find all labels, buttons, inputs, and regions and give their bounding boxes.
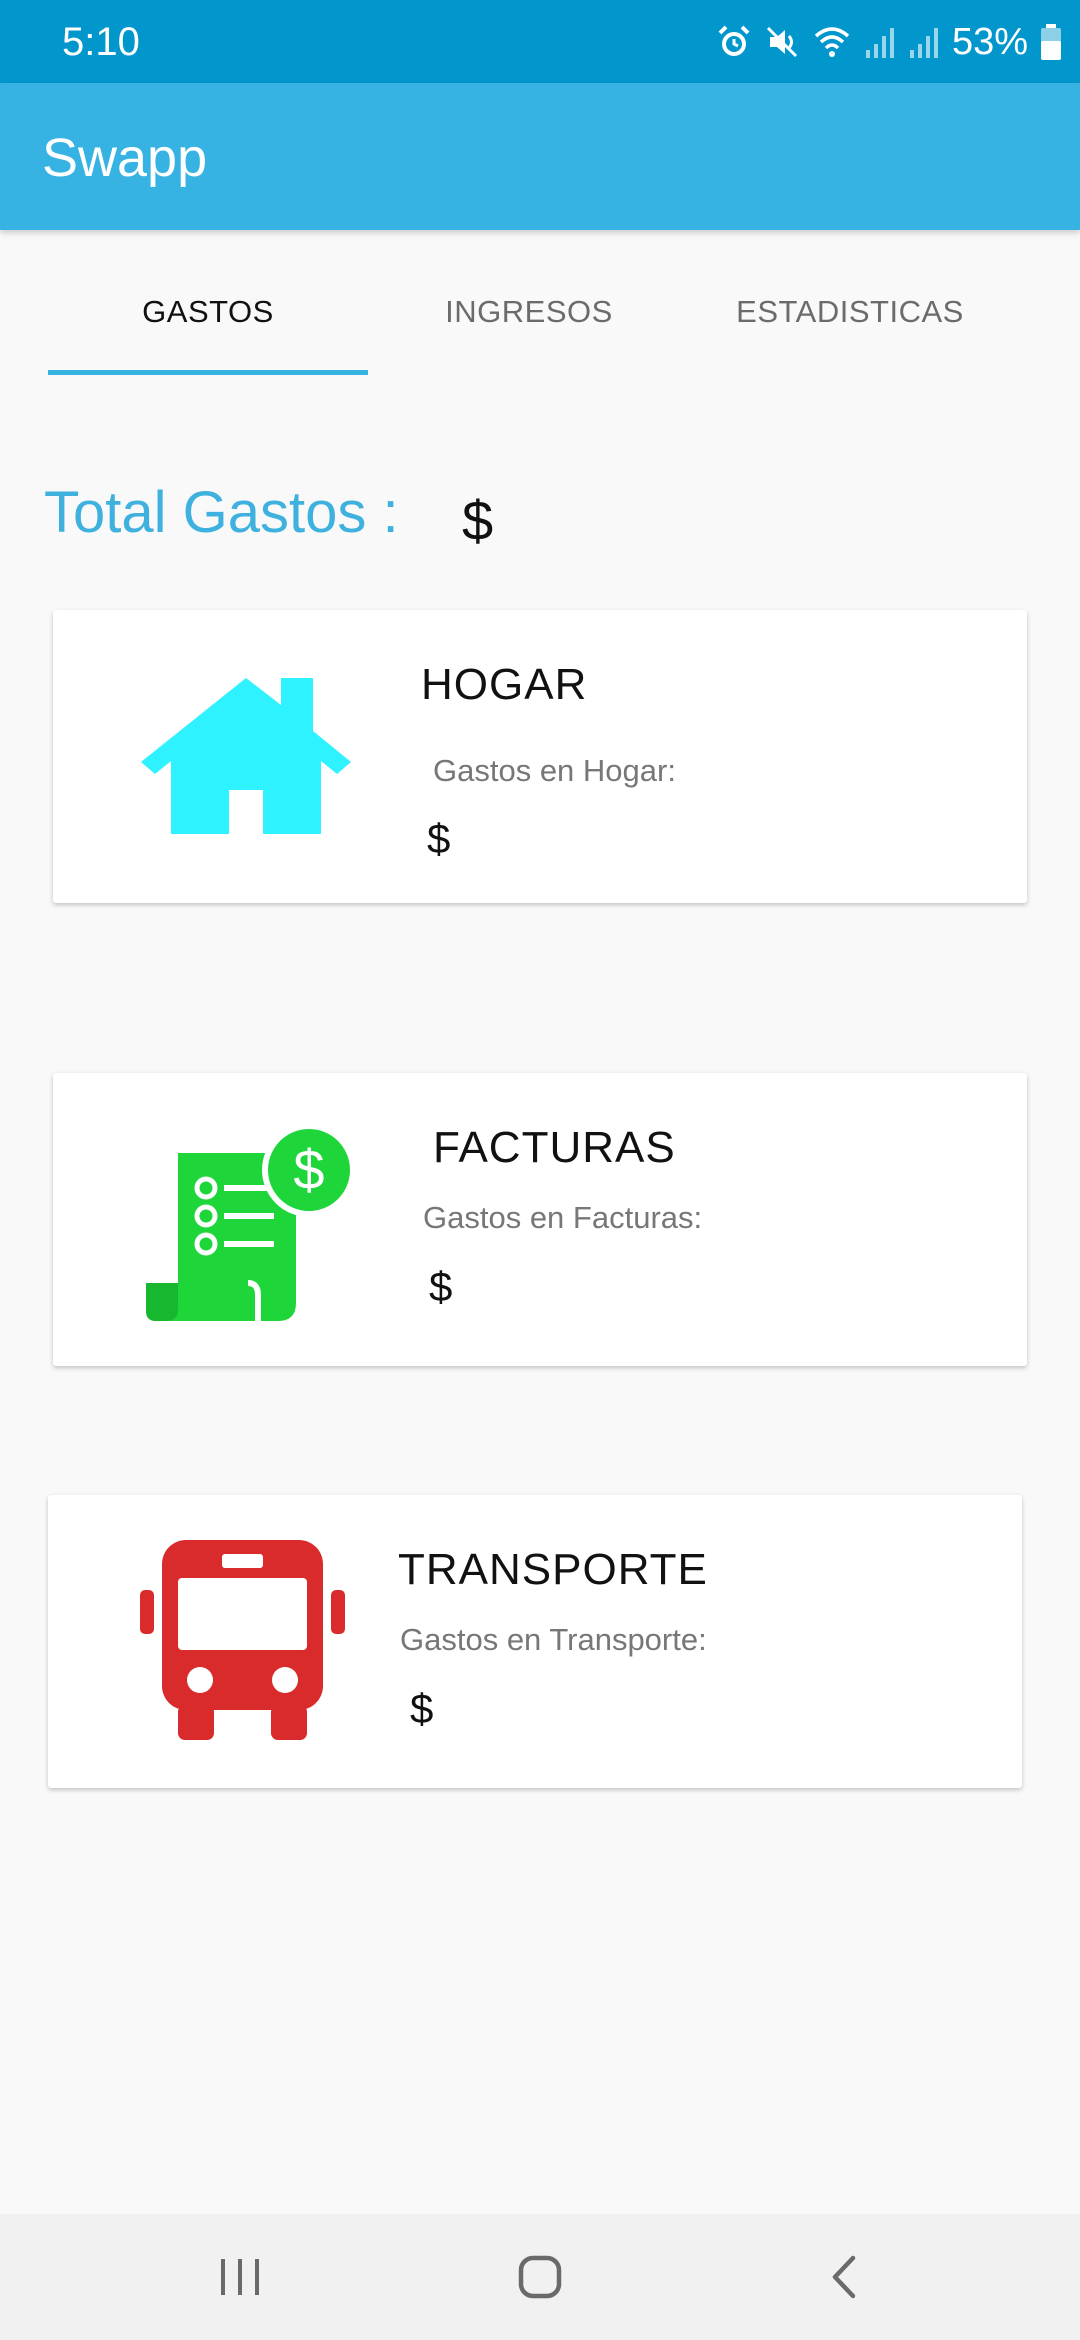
invoice-icon: $	[146, 1123, 356, 1321]
tab-bar: GASTOS INGRESOS ESTADISTICAS	[0, 230, 1080, 380]
tab-ingresos[interactable]: INGRESOS	[369, 294, 689, 330]
bus-icon	[140, 1540, 345, 1740]
card-subtitle: Gastos en Facturas:	[423, 1200, 703, 1235]
card-facturas[interactable]: $ FACTURAS Gastos en Facturas: $	[53, 1073, 1027, 1366]
signal-icon	[865, 28, 894, 58]
recents-button[interactable]	[200, 2244, 280, 2310]
home-icon	[518, 2255, 562, 2299]
card-subtitle: Gastos en Transporte:	[400, 1622, 707, 1657]
alarm-icon	[718, 25, 750, 56]
signal-icon	[909, 28, 938, 58]
app-bar: Swapp	[0, 83, 1080, 230]
card-amount: $	[410, 1685, 434, 1732]
card-amount: $	[427, 815, 451, 862]
card-amount: $	[429, 1263, 453, 1310]
tab-estadisticas[interactable]: ESTADISTICAS	[690, 294, 1010, 330]
home-button[interactable]	[500, 2244, 580, 2310]
status-time: 5:10	[62, 20, 140, 64]
card-title: TRANSPORTE	[398, 1545, 708, 1594]
wifi-icon	[814, 27, 850, 57]
card-title: HOGAR	[421, 660, 588, 709]
status-icons: 53%	[716, 14, 1062, 70]
tab-indicator	[48, 370, 368, 375]
status-bar: 5:10 53%	[0, 0, 1080, 83]
card-hogar[interactable]: HOGAR Gastos en Hogar: $	[53, 610, 1027, 903]
recents-icon	[221, 2259, 259, 2295]
card-title: FACTURAS	[433, 1123, 676, 1172]
total-gastos-value: $	[462, 489, 494, 552]
svg-text:$: $	[293, 1138, 324, 1201]
back-button[interactable]	[804, 2244, 884, 2310]
total-gastos-label: Total Gastos :	[44, 480, 399, 545]
tab-gastos[interactable]: GASTOS	[48, 294, 368, 330]
battery-icon	[1041, 24, 1061, 60]
card-transporte[interactable]: TRANSPORTE Gastos en Transporte: $	[48, 1495, 1022, 1788]
card-subtitle: Gastos en Hogar:	[433, 753, 676, 788]
app-title: Swapp	[42, 128, 208, 188]
mute-icon	[766, 26, 797, 58]
battery-percent: 53%	[951, 21, 1028, 63]
back-icon	[832, 2255, 856, 2299]
house-icon	[141, 678, 351, 834]
system-nav-bar	[0, 2214, 1080, 2340]
